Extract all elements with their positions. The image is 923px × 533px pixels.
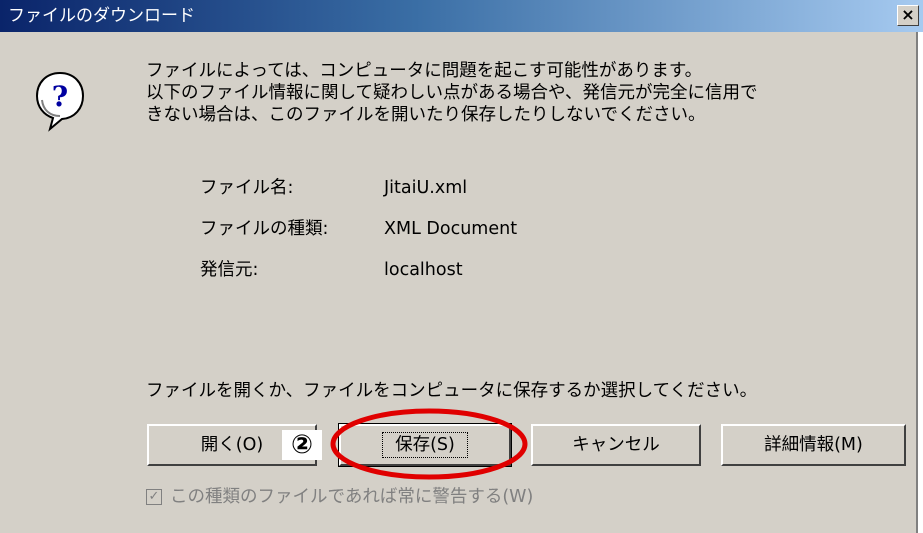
cancel-button-label: キャンセル: [572, 435, 660, 455]
close-icon: ×: [901, 5, 915, 24]
file-download-dialog: ファイルのダウンロード × ? ファイルによっては、コンピュータに問題を起こす可…: [0, 0, 923, 533]
save-button-label: 保存(S): [382, 432, 468, 458]
always-warn-label: この種類のファイルであれば常に警告する(W): [170, 487, 534, 507]
warning-message: ファイルによっては、コンピュータに問題を起こす可能性があります。 以下のファイル…: [146, 60, 906, 126]
svg-text:?: ?: [52, 80, 68, 113]
save-button[interactable]: 保存(S): [338, 423, 512, 467]
warning-line-3: きない場合は、このファイルを開いたり保存したりしないでください。: [146, 105, 706, 125]
open-button-label: 開く(O): [200, 435, 264, 455]
file-name-label: ファイル名:: [200, 178, 294, 198]
warning-line-1: ファイルによっては、コンピュータに問題を起こす可能性があります。: [146, 61, 703, 81]
file-source-label: 発信元:: [200, 260, 259, 280]
question-balloon-icon: ?: [35, 71, 85, 132]
close-button[interactable]: ×: [897, 5, 919, 26]
window-edge-gap: [918, 32, 923, 533]
always-warn-checkbox[interactable]: ✓: [146, 489, 162, 505]
warning-line-2: 以下のファイル情報に関して疑わしい点がある場合や、発信元が完全に信用で: [146, 83, 758, 103]
title-bar[interactable]: ファイルのダウンロード ×: [0, 0, 923, 32]
file-type-value: XML Document: [384, 219, 518, 239]
details-button-label: 詳細情報(M): [764, 435, 863, 455]
checkmark-icon: ✓: [148, 489, 160, 504]
step-marker: ②: [282, 430, 322, 460]
file-source-value: localhost: [384, 260, 463, 280]
details-button[interactable]: 詳細情報(M): [721, 424, 906, 466]
file-type-label: ファイルの種類:: [200, 219, 329, 239]
window-title: ファイルのダウンロード: [8, 6, 195, 26]
choice-prompt: ファイルを開くか、ファイルをコンピュータに保存するか選択してください。: [146, 381, 758, 401]
file-name-value: JitaiU.xml: [384, 178, 468, 198]
cancel-button[interactable]: キャンセル: [531, 424, 701, 466]
